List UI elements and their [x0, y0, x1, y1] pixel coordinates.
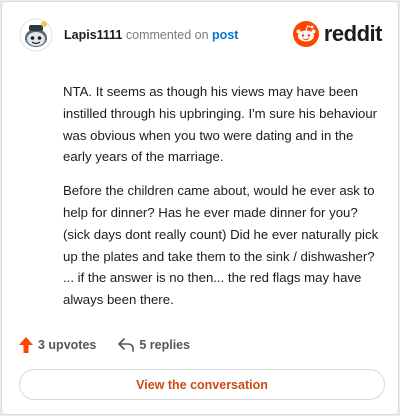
- byline: Lapis1111 commented on post: [64, 28, 238, 42]
- reddit-logo-icon: [292, 21, 319, 47]
- comment-actions: 3 upvotes 5 replies: [19, 335, 190, 355]
- comment-paragraph: NTA. It seems as though his views may ha…: [63, 84, 378, 165]
- brand-wordmark: reddit: [323, 21, 383, 46]
- view-conversation-button[interactable]: View the conversation: [19, 369, 385, 400]
- reply-arrow-icon: [118, 338, 135, 352]
- post-link[interactable]: post: [212, 28, 238, 42]
- reply-count: 5 replies: [139, 338, 191, 352]
- comment-body: NTA. It seems as though his views may ha…: [63, 81, 383, 323]
- reddit-brand[interactable]: reddit: [292, 20, 383, 48]
- username[interactable]: Lapis1111: [64, 28, 122, 42]
- comment-paragraph: Before the children came about, would he…: [63, 183, 379, 308]
- commented-text: commented on: [125, 28, 209, 42]
- upvote-button[interactable]: 3 upvotes: [19, 337, 96, 353]
- avatar[interactable]: [19, 18, 53, 52]
- replies-button[interactable]: 5 replies: [118, 338, 190, 352]
- comment-header: Lapis1111 commented on post reddit: [19, 18, 383, 52]
- upvote-count: 3 upvotes: [38, 338, 97, 352]
- upvote-arrow-icon: [19, 337, 33, 353]
- comment-embed-card: Lapis1111 commented on post reddit NTA. …: [1, 1, 399, 415]
